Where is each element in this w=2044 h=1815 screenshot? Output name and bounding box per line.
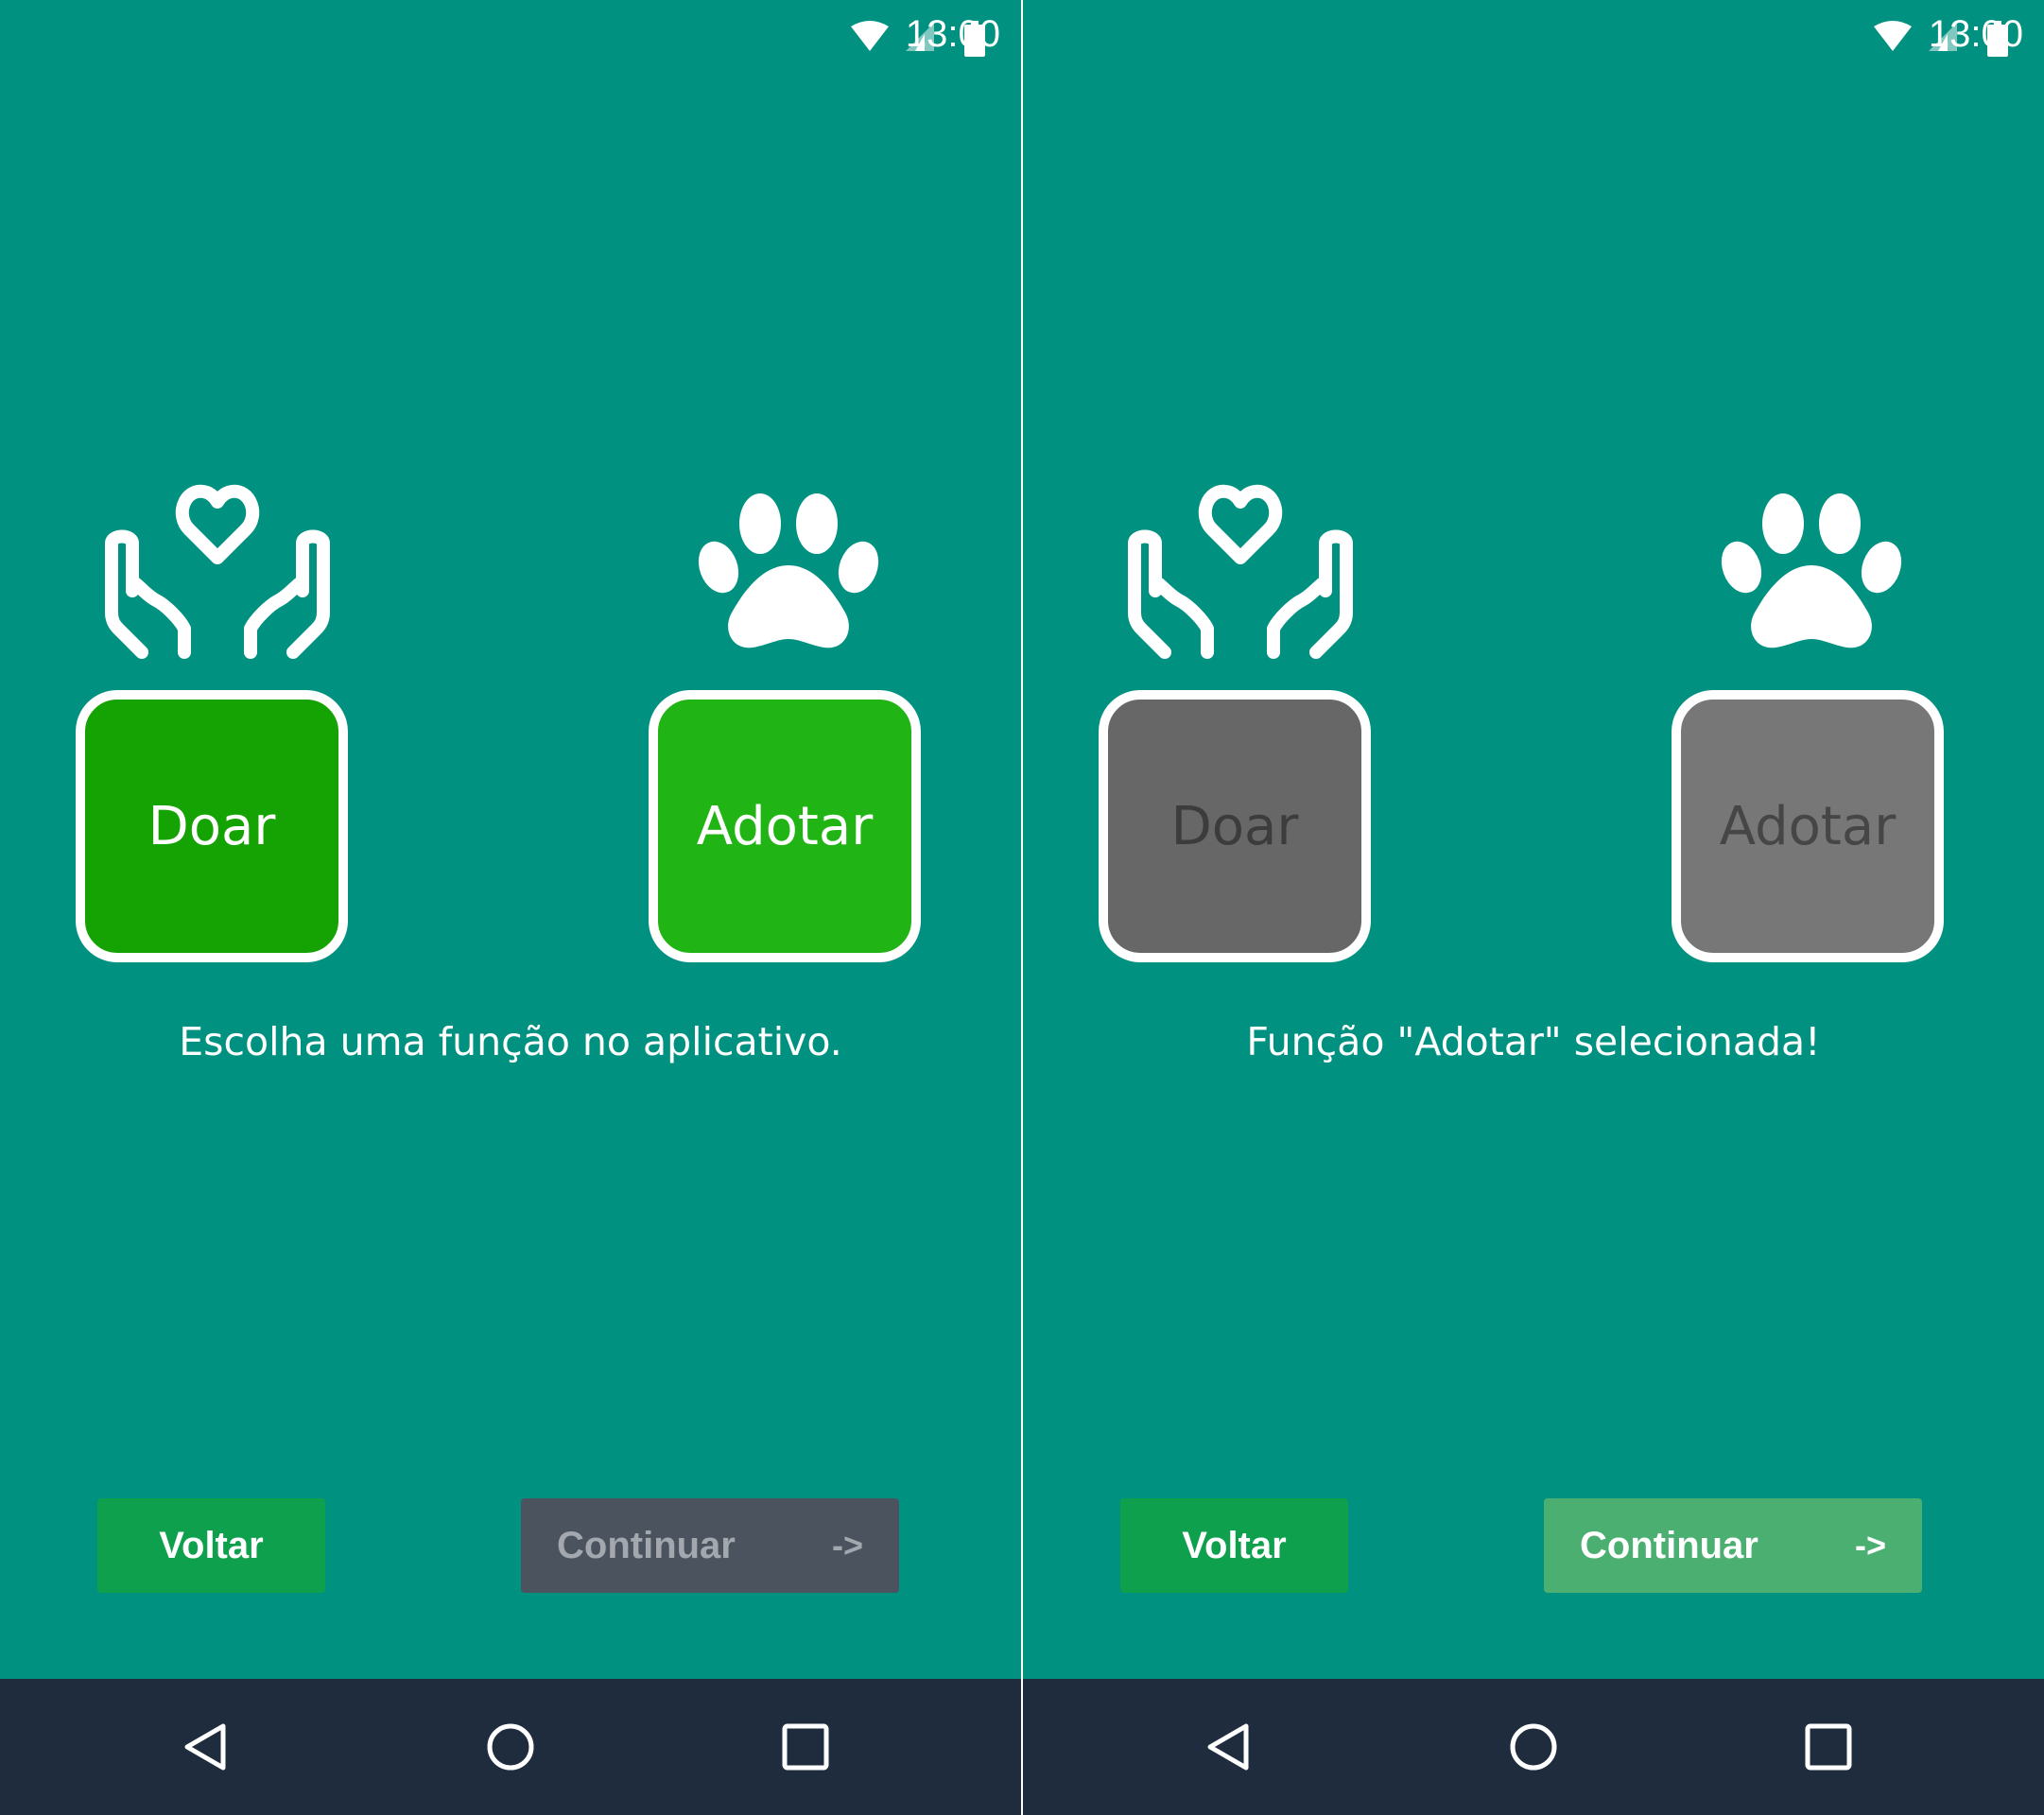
doar-card-label: Doar <box>147 795 276 857</box>
adotar-card-label: Adotar <box>696 795 874 857</box>
status-bar: 13:00 <box>0 0 1021 79</box>
doar-card-label: Doar <box>1170 795 1299 857</box>
system-nav-bar <box>0 1679 1021 1815</box>
continue-button-label: Continuar <box>557 1524 736 1566</box>
home-nav-icon[interactable] <box>1507 1720 1560 1773</box>
arrow-right-icon: -> <box>1854 1526 1886 1564</box>
status-time: 13:00 <box>905 13 1000 55</box>
doar-card[interactable]: Doar <box>1099 690 1371 962</box>
recents-nav-icon[interactable] <box>1802 1720 1855 1773</box>
adotar-card-label: Adotar <box>1719 795 1897 857</box>
continue-button[interactable]: Continuar -> <box>1544 1498 1922 1593</box>
paw-print-icon <box>698 493 879 648</box>
selection-message: Função "Adotar" selecionada! <box>1246 1019 1821 1064</box>
hands-heart-icon <box>1128 484 1353 659</box>
home-nav-icon[interactable] <box>484 1720 537 1773</box>
screen-role-choice: 13:00 Doar Adotar Escolha uma função no … <box>0 0 1021 1815</box>
back-button-label: Voltar <box>159 1524 264 1566</box>
back-nav-icon[interactable] <box>180 1720 233 1773</box>
back-button[interactable]: Voltar <box>1120 1498 1348 1593</box>
paw-print-icon <box>1721 493 1902 648</box>
status-bar: 13:00 <box>1023 0 2044 79</box>
recents-nav-icon[interactable] <box>779 1720 832 1773</box>
back-button-label: Voltar <box>1182 1524 1287 1566</box>
back-button[interactable]: Voltar <box>97 1498 325 1593</box>
continue-button[interactable]: Continuar -> <box>521 1498 899 1593</box>
status-time: 13:00 <box>1928 13 2023 55</box>
hands-heart-icon <box>105 484 330 659</box>
adotar-card[interactable]: Adotar <box>649 690 921 962</box>
wifi-icon <box>1874 21 1912 51</box>
adotar-card[interactable]: Adotar <box>1672 690 1944 962</box>
continue-button-label: Continuar <box>1580 1524 1758 1566</box>
instruction-message: Escolha uma função no aplicativo. <box>179 1019 842 1064</box>
system-nav-bar <box>1023 1679 2044 1815</box>
screen-adotar-selected: 13:00 Doar Adotar Função "Adotar" seleci… <box>1023 0 2044 1815</box>
wifi-icon <box>851 21 889 51</box>
back-nav-icon[interactable] <box>1203 1720 1256 1773</box>
arrow-right-icon: -> <box>831 1526 863 1564</box>
doar-card[interactable]: Doar <box>76 690 348 962</box>
